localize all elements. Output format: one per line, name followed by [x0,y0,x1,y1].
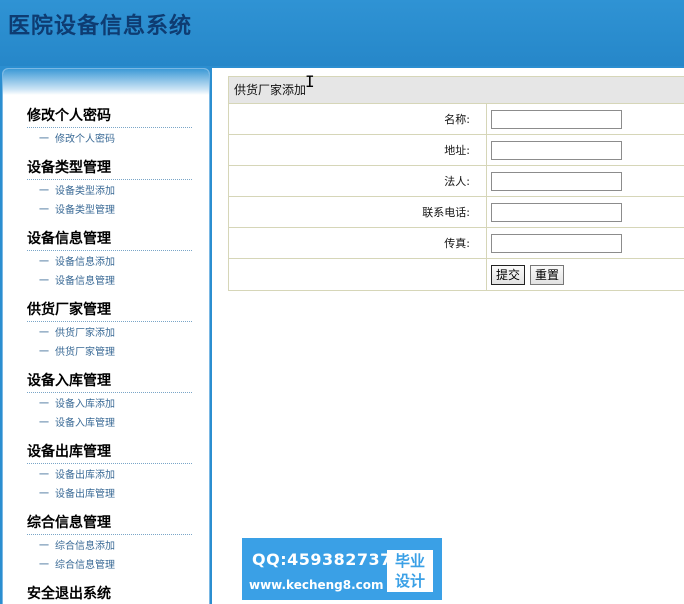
form-row-legal-person: 法人: [229,166,684,197]
sidebar-group-items: 一设备出库添加一设备出库管理 [27,463,192,508]
sidebar-group-title: 设备类型管理 [27,160,111,176]
sidebar-link-label: 供货厂家添加 [55,328,115,339]
bullet-dash-icon: 一 [39,470,49,481]
sidebar-link[interactable]: 一设备出库添加 [27,466,192,485]
sidebar-group-items: 一设备类型添加一设备类型管理 [27,179,192,224]
sidebar-link[interactable]: 一供货厂家添加 [27,324,192,343]
phone-label: 联系电话: [229,197,487,227]
legal-person-input[interactable] [491,171,622,191]
sidebar-group-items: 一修改个人密码 [27,127,192,153]
sidebar-group: 设备出库管理一设备出库添加一设备出库管理 [27,441,192,508]
sidebar-link-label: 设备信息管理 [55,276,115,287]
supplier-add-form: 供货厂家添加 名称: 地址: 法人: 联系电话: 传真: 提交 重置 [228,76,684,291]
text-cursor-icon: I [305,72,315,91]
fax-input[interactable] [491,233,622,253]
watermark-badge-line2: 设计 [394,572,425,590]
sidebar-group-items: 一设备入库添加一设备入库管理 [27,392,192,437]
legal-person-label: 法人: [229,166,487,196]
watermark-badge: 毕业 设计 [387,550,433,592]
submit-button[interactable]: 提交 [491,264,526,285]
name-input[interactable] [491,109,622,129]
sidebar-link[interactable]: 一设备入库添加 [27,395,192,414]
sidebar-group: 设备类型管理一设备类型添加一设备类型管理 [27,157,192,224]
form-row-name: 名称: [229,104,684,135]
sidebar-group-items: 一综合信息添加一综合信息管理 [27,534,192,579]
sidebar: 修改个人密码一修改个人密码 设备类型管理一设备类型添加一设备类型管理 设备信息管理一… [2,68,210,604]
bullet-dash-icon: 一 [39,399,49,410]
app-title: 医院设备信息系统 [8,13,193,39]
sidebar-link[interactable]: 一综合信息管理 [27,556,192,575]
sidebar-group-title: 安全退出系统 [27,586,111,602]
form-row-address: 地址: [229,135,684,166]
form-title: 供货厂家添加 [229,77,684,104]
watermark-badge-line1: 毕业 [394,552,425,570]
bullet-dash-icon: 一 [39,560,49,571]
form-row-phone: 联系电话: [229,197,684,228]
sidebar-group-title: 设备入库管理 [27,373,111,389]
sidebar-link-label: 设备出库管理 [55,489,115,500]
watermark: QQ:459382737 www.kecheng8.com 毕业 设计 [242,538,442,600]
phone-input[interactable] [491,202,622,222]
bullet-dash-icon: 一 [39,541,49,552]
sidebar-group-items: 一供货厂家添加一供货厂家管理 [27,321,192,366]
sidebar-link-label: 设备入库添加 [55,399,115,410]
sidebar-group: 安全退出系统一安全退出系统 [27,583,192,604]
name-label: 名称: [229,104,487,134]
sidebar-group-title: 设备出库管理 [27,444,111,460]
sidebar-link-label: 修改个人密码 [55,134,115,145]
sidebar-group-title: 供货厂家管理 [27,302,111,318]
bullet-dash-icon: 一 [39,328,49,339]
app-header: 医院设备信息系统 [0,0,684,66]
sidebar-group: 供货厂家管理一供货厂家添加一供货厂家管理 [27,299,192,366]
sidebar-link-label: 综合信息添加 [55,541,115,552]
sidebar-link[interactable]: 一供货厂家管理 [27,343,192,362]
sidebar-link[interactable]: 一设备类型管理 [27,201,192,220]
sidebar-group-title: 修改个人密码 [27,108,111,124]
sidebar-link[interactable]: 一修改个人密码 [27,130,192,149]
main-content: 供货厂家添加 名称: 地址: 法人: 联系电话: 传真: 提交 重置 [212,68,684,604]
sidebar-link[interactable]: 一设备入库管理 [27,414,192,433]
bullet-dash-icon: 一 [39,418,49,429]
reset-button[interactable]: 重置 [530,264,565,285]
sidebar-link-label: 设备信息添加 [55,257,115,268]
sidebar-group-title: 综合信息管理 [27,515,111,531]
sidebar-link[interactable]: 一设备信息管理 [27,272,192,291]
address-label: 地址: [229,135,487,165]
sidebar-link[interactable]: 一设备类型添加 [27,182,192,201]
sidebar-link-label: 供货厂家管理 [55,347,115,358]
sidebar-link[interactable]: 一设备出库管理 [27,485,192,504]
bullet-dash-icon: 一 [39,186,49,197]
sidebar-link-label: 设备出库添加 [55,470,115,481]
watermark-url: www.kecheng8.com [249,578,384,592]
sidebar-link-label: 设备类型管理 [55,205,115,216]
address-input[interactable] [491,140,622,160]
bullet-dash-icon: 一 [39,347,49,358]
form-row-fax: 传真: [229,228,684,259]
sidebar-menu: 修改个人密码一修改个人密码 设备类型管理一设备类型添加一设备类型管理 设备信息管理一… [3,95,209,604]
sidebar-group: 设备入库管理一设备入库添加一设备入库管理 [27,370,192,437]
bullet-dash-icon: 一 [39,205,49,216]
sidebar-group-title: 设备信息管理 [27,231,111,247]
sidebar-group-items: 一设备信息添加一设备信息管理 [27,250,192,295]
form-row-actions: 提交 重置 [229,259,684,290]
bullet-dash-icon: 一 [39,257,49,268]
bullet-dash-icon: 一 [39,489,49,500]
sidebar-link-label: 设备入库管理 [55,418,115,429]
sidebar-group: 设备信息管理一设备信息添加一设备信息管理 [27,228,192,295]
sidebar-group: 综合信息管理一综合信息添加一综合信息管理 [27,512,192,579]
sidebar-top-bar [3,69,209,95]
bullet-dash-icon: 一 [39,276,49,287]
actions-label-cell [229,259,487,290]
watermark-qq: QQ:459382737 [252,550,392,569]
sidebar-group: 修改个人密码一修改个人密码 [27,105,192,153]
sidebar-link-label: 设备类型添加 [55,186,115,197]
bullet-dash-icon: 一 [39,134,49,145]
sidebar-link-label: 综合信息管理 [55,560,115,571]
fax-label: 传真: [229,228,487,258]
sidebar-link[interactable]: 一综合信息添加 [27,537,192,556]
sidebar-link[interactable]: 一设备信息添加 [27,253,192,272]
